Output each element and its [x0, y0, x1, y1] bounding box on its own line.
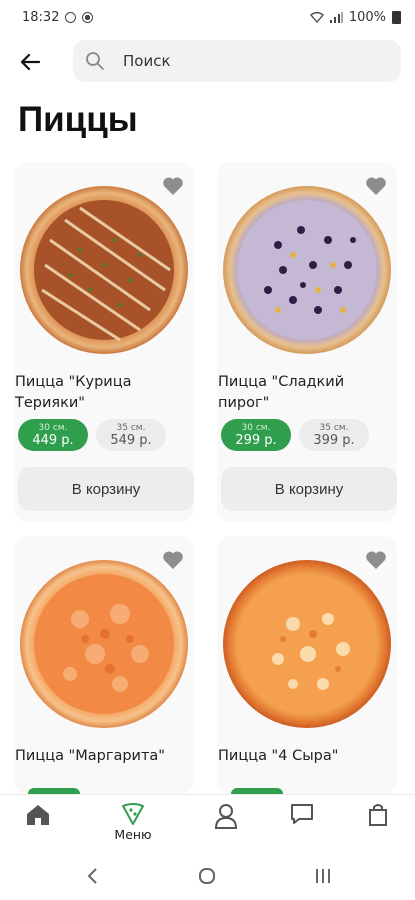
do-not-disturb-icon: [65, 11, 77, 23]
tab-profile[interactable]: [206, 803, 246, 843]
nav-home-button[interactable]: [195, 864, 219, 888]
product-card[interactable]: Пицца "4 Сыра": [217, 536, 397, 794]
add-to-cart-button[interactable]: В корзину: [221, 467, 397, 511]
size-label: 35 см.: [319, 423, 349, 433]
heart-icon[interactable]: [365, 176, 387, 196]
search-icon: [86, 52, 104, 70]
header: Поиск: [0, 40, 415, 84]
home-icon: [27, 805, 49, 825]
search-input[interactable]: Поиск: [73, 40, 401, 82]
product-name: Пицца "Маргарита": [15, 748, 165, 764]
signal-icon: [329, 11, 343, 23]
size-option[interactable]: 35 см. 549 р.: [96, 419, 166, 451]
add-to-cart-button[interactable]: В корзину: [18, 467, 194, 511]
wifi-icon: [309, 11, 324, 23]
recents-icon: [316, 869, 330, 883]
battery-icon: [392, 10, 401, 24]
heart-icon[interactable]: [365, 550, 387, 570]
search-placeholder: Поиск: [123, 52, 171, 70]
page-title: Пиццы: [18, 100, 138, 139]
tab-menu-label: Меню: [114, 827, 152, 842]
system-navigation-bar: [0, 852, 415, 900]
price-label: 399 р.: [313, 433, 355, 448]
battery-percent: 100%: [348, 9, 386, 25]
chat-icon: [291, 804, 313, 824]
pizza-image: [20, 186, 188, 354]
user-icon: [214, 804, 238, 829]
chevron-left-icon: [87, 868, 97, 884]
pizza-slice-icon: [122, 803, 144, 825]
heart-icon[interactable]: [162, 550, 184, 570]
back-button[interactable]: [14, 46, 46, 78]
status-time: 18:32: [22, 9, 60, 25]
arrow-left-icon: [20, 53, 40, 71]
shopping-bag-icon: [369, 804, 387, 826]
pizza-image: [223, 560, 391, 728]
size-label: 30 см.: [241, 423, 271, 433]
size-label: 35 см.: [116, 423, 146, 433]
circle-icon: [199, 868, 215, 884]
pizza-image: [20, 560, 188, 728]
pizza-image: [223, 186, 391, 354]
price-label: 449 р.: [32, 433, 74, 448]
heart-icon[interactable]: [162, 176, 184, 196]
nav-back-button[interactable]: [80, 864, 104, 888]
tab-menu[interactable]: Меню: [110, 803, 156, 843]
product-card[interactable]: Пицца "Сладкий пирог" 30 см. 299 р. 35 с…: [217, 162, 397, 522]
product-name: Пицца "4 Сыра": [218, 748, 339, 764]
size-label: 30 см.: [38, 423, 68, 433]
tab-home[interactable]: [18, 803, 58, 843]
product-name: Пицца "Курица Терияки": [15, 374, 132, 411]
nav-recents-button[interactable]: [311, 864, 335, 888]
product-card[interactable]: Пицца "Курица Терияки" 30 см. 449 р. 35 …: [14, 162, 194, 522]
tab-chat[interactable]: [282, 803, 322, 843]
status-bar: 18:32 100%: [0, 0, 415, 34]
product-card[interactable]: Пицца "Маргарита": [14, 536, 194, 794]
size-option[interactable]: 35 см. 399 р.: [299, 419, 369, 451]
tab-cart[interactable]: [358, 803, 398, 843]
product-name: Пицца "Сладкий пирог": [218, 374, 345, 411]
price-label: 299 р.: [235, 433, 277, 448]
notification-icon: [82, 11, 94, 23]
size-option[interactable]: 30 см. 449 р.: [18, 419, 88, 451]
size-option[interactable]: 30 см. 299 р.: [221, 419, 291, 451]
price-label: 549 р.: [110, 433, 152, 448]
bottom-tab-bar: Меню: [0, 794, 415, 852]
